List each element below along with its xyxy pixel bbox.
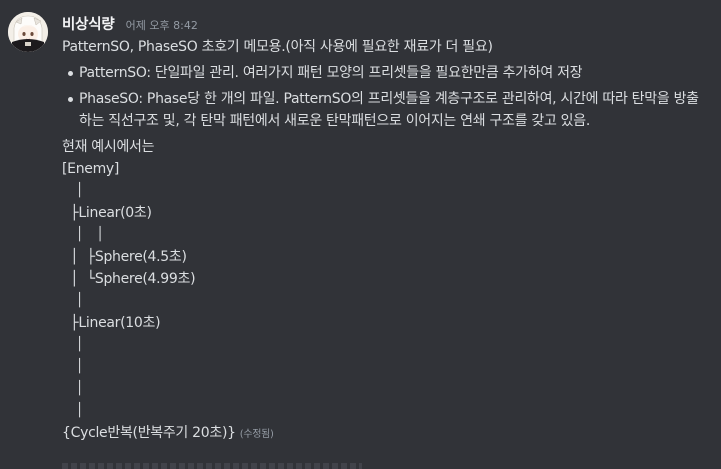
intro-text: PatternSO, PhaseSO 초호기 메모용.(아직 사용에 필요한 재… [62,39,493,55]
next-message-preview [62,463,362,469]
tree-block: [Enemy] │ ├Linear(0초) │ │ │ ├Sphere(4.5초… [62,158,702,422]
tree-line: │ ├Sphere(4.5초) [62,249,187,265]
chat-message: 비상식량 어제 오후 8:42 PatternSO, PhaseSO 초호기 메… [0,0,721,469]
message-header: 비상식량 어제 오후 8:42 [62,13,198,33]
bullet-list: PatternSO: 단일파일 관리. 여러가지 패턴 모양의 프리셋들을 필요… [62,62,702,132]
tree-line: │ [62,293,84,308]
tree-line: ├Linear(0초) [62,205,152,221]
avatar-image-icon [8,12,48,52]
list-item: PatternSO: 단일파일 관리. 여러가지 패턴 모양의 프리셋들을 필요… [68,62,702,84]
avatar[interactable] [8,12,48,52]
cycle-text: {Cycle반복(반복주기 20초)} [62,425,236,441]
username[interactable]: 비상식량 [62,17,115,33]
tree-line: │ [62,337,84,352]
message-content: PatternSO, PhaseSO 초호기 메모용.(아직 사용에 필요한 재… [62,36,702,446]
timestamp[interactable]: 어제 오후 8:42 [126,19,198,32]
tree-line: │ [62,403,84,418]
tree-line: │ │ [62,227,104,242]
last-line: {Cycle반복(반복주기 20초)} (수정됨) [62,422,702,446]
tree-line: │ └Sphere(4.99초) [62,271,196,287]
tree-line: ├Linear(10초) [62,315,161,331]
tree-line: │ [62,381,84,396]
list-item: PhaseSO: Phase당 한 개의 파일. PatternSO의 프리셋들… [68,88,699,132]
edited-label[interactable]: (수정됨) [240,429,274,440]
tree-line: [Enemy] [62,161,120,177]
tree-line: │ [62,359,84,374]
example-heading: 현재 예시에서는 [62,139,155,155]
tree-line: │ [62,183,84,198]
